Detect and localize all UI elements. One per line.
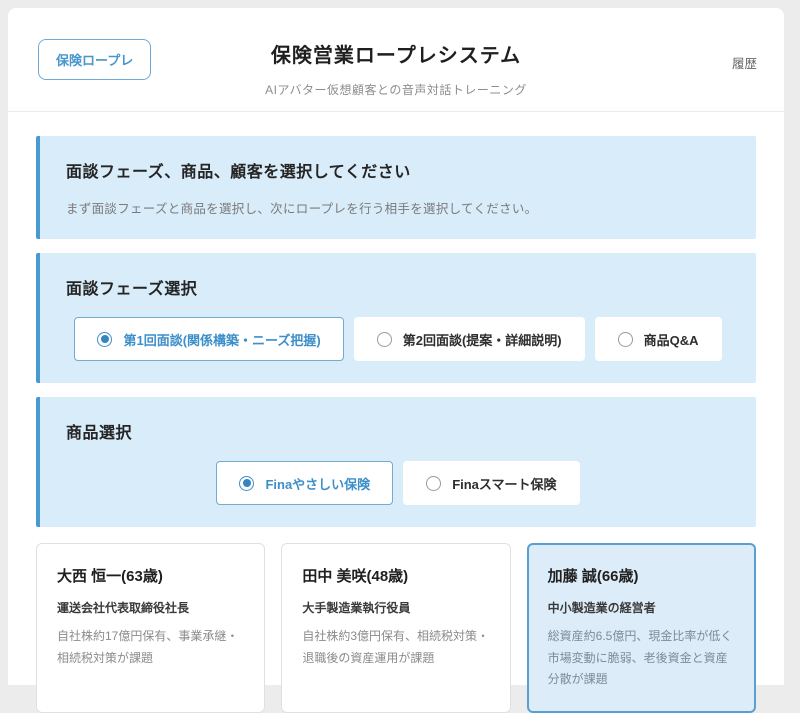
product-option-label: Finaスマート保険 xyxy=(452,474,556,493)
phase-option-label: 第2回面談(提案・詳細説明) xyxy=(403,330,562,349)
customer-role: 大手製造業執行役員 xyxy=(302,599,489,616)
customer-description: 総資産約6.5億円、現金比率が低く市場変動に脆弱、老後資金と資産分散が課題 xyxy=(548,626,735,691)
radio-selected-icon xyxy=(239,476,254,491)
customer-name: 田中 美咲(48歳) xyxy=(302,565,489,586)
product-option-label: Finaやさしい保険 xyxy=(265,474,370,493)
customer-card-tanaka[interactable]: 田中 美咲(48歳) 大手製造業執行役員 自社株約3億円保有、相続税対策・退職後… xyxy=(281,543,510,713)
customer-role: 中小製造業の経営者 xyxy=(548,599,735,616)
phase-option-second-meeting[interactable]: 第2回面談(提案・詳細説明) xyxy=(354,317,585,361)
main-content: 面談フェーズ、商品、顧客を選択してください まず面談フェーズと商品を選択し、次に… xyxy=(8,112,784,713)
intro-description: まず面談フェーズと商品を選択し、次にロープレを行う相手を選択してください。 xyxy=(66,198,730,217)
radio-selected-icon xyxy=(97,332,112,347)
radio-dot xyxy=(243,479,251,487)
radio-dot xyxy=(101,335,109,343)
customer-name: 大西 恒一(63歳) xyxy=(57,565,244,586)
phase-section-title: 面談フェーズ選択 xyxy=(66,275,730,299)
header: 保険ロープレ 保険営業ロープレシステム AIアバター仮想顧客との音声対話トレーニ… xyxy=(8,8,784,112)
product-options-row: Finaやさしい保険 Finaスマート保険 xyxy=(66,461,730,505)
customer-card-onishi[interactable]: 大西 恒一(63歳) 運送会社代表取締役社長 自社株約17億円保有、事業承継・相… xyxy=(36,543,265,713)
intro-section: 面談フェーズ、商品、顧客を選択してください まず面談フェーズと商品を選択し、次に… xyxy=(36,136,756,239)
phase-option-first-meeting[interactable]: 第1回面談(関係構築・ニーズ把握) xyxy=(74,317,343,361)
phase-options-row: 第1回面談(関係構築・ニーズ把握) 第2回面談(提案・詳細説明) 商品Q&A xyxy=(66,317,730,361)
product-select-section: 商品選択 Finaやさしい保険 Finaスマート保険 xyxy=(36,397,756,527)
phase-option-product-qa[interactable]: 商品Q&A xyxy=(595,317,722,361)
intro-title: 面談フェーズ、商品、顧客を選択してください xyxy=(66,158,730,182)
product-option-yasashii[interactable]: Finaやさしい保険 xyxy=(216,461,393,505)
customer-card-kato[interactable]: 加藤 誠(66歳) 中小製造業の経営者 総資産約6.5億円、現金比率が低く市場変… xyxy=(527,543,756,713)
page-subtitle: AIアバター仮想顧客との音声対話トレーニング xyxy=(8,81,784,98)
brand-button[interactable]: 保険ロープレ xyxy=(38,39,151,80)
product-section-title: 商品選択 xyxy=(66,419,730,443)
radio-unselected-icon xyxy=(426,476,441,491)
customer-description: 自社株約17億円保有、事業承継・相続税対策が課題 xyxy=(57,626,244,669)
phase-select-section: 面談フェーズ選択 第1回面談(関係構築・ニーズ把握) 第2回面談(提案・詳細説明… xyxy=(36,253,756,383)
customer-role: 運送会社代表取締役社長 xyxy=(57,599,244,616)
history-link[interactable]: 履歴 xyxy=(732,53,757,72)
product-option-smart[interactable]: Finaスマート保険 xyxy=(403,461,579,505)
customer-description: 自社株約3億円保有、相続税対策・退職後の資産運用が課題 xyxy=(302,626,489,669)
phase-option-label: 第1回面談(関係構築・ニーズ把握) xyxy=(123,330,320,349)
radio-unselected-icon xyxy=(618,332,633,347)
phase-option-label: 商品Q&A xyxy=(644,330,699,349)
customer-name: 加藤 誠(66歳) xyxy=(548,565,735,586)
customer-cards-row: 大西 恒一(63歳) 運送会社代表取締役社長 自社株約17億円保有、事業承継・相… xyxy=(36,543,756,713)
radio-unselected-icon xyxy=(377,332,392,347)
app-panel: 保険ロープレ 保険営業ロープレシステム AIアバター仮想顧客との音声対話トレーニ… xyxy=(8,8,784,685)
